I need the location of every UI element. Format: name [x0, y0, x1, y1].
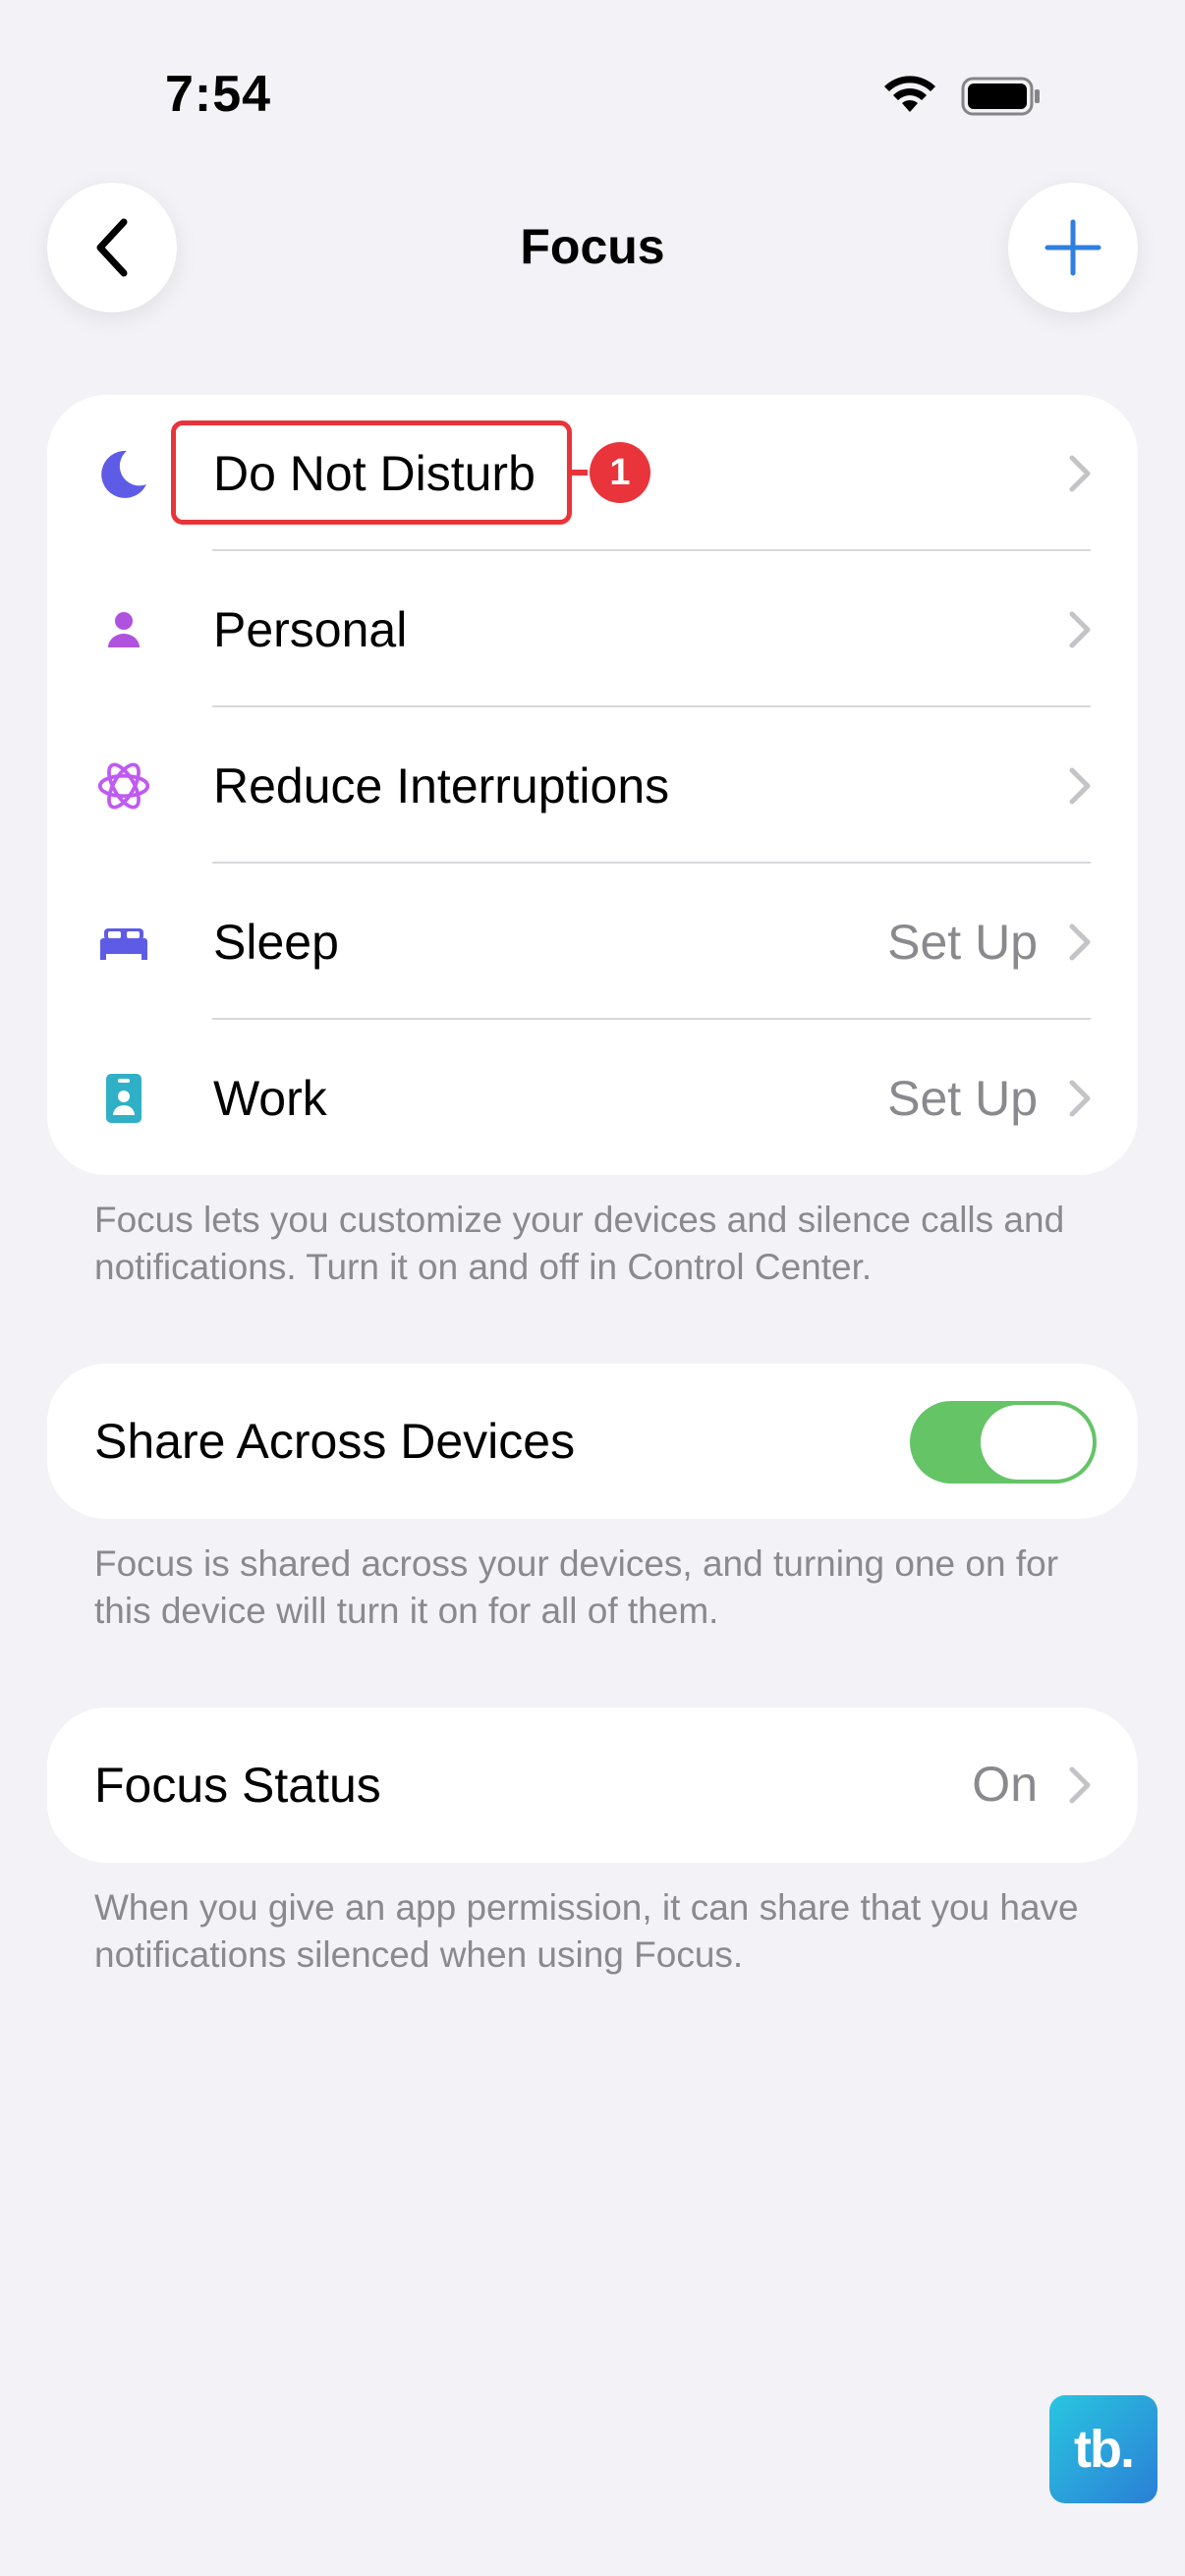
- share-footnote: Focus is shared across your devices, and…: [94, 1543, 1059, 1631]
- focus-row-reduce-interruptions[interactable]: Reduce Interruptions: [47, 707, 1138, 864]
- focus-footnote: Focus lets you customize your devices an…: [94, 1200, 1065, 1287]
- share-across-devices-row: Share Across Devices: [47, 1364, 1138, 1519]
- chevron-right-icon: [1069, 611, 1091, 648]
- focus-row-value: Set Up: [887, 915, 1038, 970]
- toggle-knob: [981, 1405, 1093, 1480]
- add-focus-button[interactable]: [1008, 183, 1138, 312]
- chevron-right-icon: [1069, 924, 1091, 961]
- focus-row-label: Work: [213, 1071, 327, 1126]
- annotation-badge: 1: [590, 442, 650, 503]
- annotation-highlight-box: [171, 420, 572, 525]
- plus-icon: [1044, 219, 1101, 276]
- focus-status-value: On: [972, 1757, 1038, 1812]
- bed-icon: [96, 915, 151, 970]
- atom-icon: [96, 758, 151, 813]
- wifi-icon: [884, 76, 935, 112]
- battery-icon: [961, 77, 1040, 116]
- person-icon: [96, 602, 151, 657]
- status-footnote: When you give an app permission, it can …: [94, 1887, 1079, 1975]
- chevron-right-icon: [1069, 767, 1091, 805]
- focus-row-value: Set Up: [887, 1071, 1038, 1126]
- moon-icon: [96, 446, 151, 501]
- focus-row-label: Personal: [213, 602, 408, 657]
- focus-status-row[interactable]: Focus Status On: [47, 1708, 1138, 1863]
- focus-status-label: Focus Status: [94, 1758, 381, 1813]
- focus-row-sleep[interactable]: Sleep Set Up: [47, 864, 1138, 1020]
- share-across-devices-toggle[interactable]: [910, 1401, 1097, 1484]
- status-bar: 7:54: [0, 0, 1185, 147]
- focus-row-work[interactable]: Work Set Up: [47, 1020, 1138, 1175]
- focus-row-label: Sleep: [213, 915, 339, 970]
- annotation-connector: [572, 470, 588, 476]
- focus-row-label: Reduce Interruptions: [213, 758, 670, 813]
- chevron-right-icon: [1069, 1080, 1091, 1117]
- share-across-devices-label: Share Across Devices: [94, 1414, 576, 1469]
- status-time: 7:54: [165, 66, 272, 123]
- id-badge-icon: [96, 1071, 151, 1126]
- chevron-right-icon: [1069, 455, 1091, 492]
- focus-row-personal[interactable]: Personal: [47, 551, 1138, 707]
- watermark-logo: tb.: [1049, 2395, 1157, 2503]
- chevron-right-icon: [1069, 1766, 1091, 1804]
